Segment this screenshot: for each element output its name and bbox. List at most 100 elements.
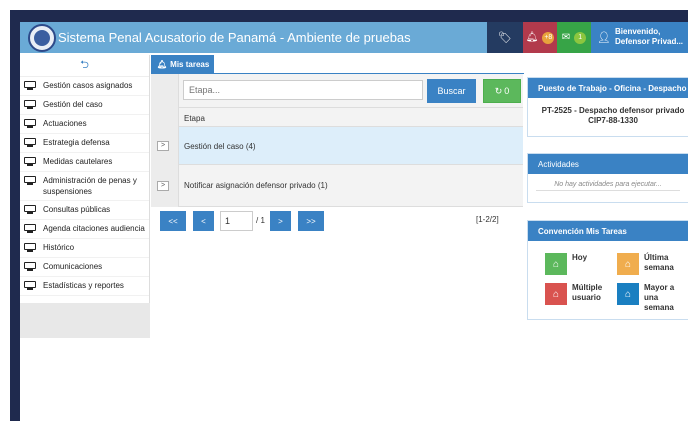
sidebar-item[interactable]: Medidas cautelares <box>20 153 149 172</box>
legend-label: Múltiple usuario <box>572 283 603 302</box>
sidebar-item[interactable]: Gestión casos asignados <box>20 77 149 96</box>
search-input[interactable] <box>183 80 423 100</box>
puesto-details: PT-2525 - Despacho defensor privado CIP7… <box>528 98 688 126</box>
monitor-icon <box>24 281 36 290</box>
sidebar-item-label: Consultas públicas <box>43 205 111 214</box>
sidebar-item-label: Comunicaciones <box>43 262 103 271</box>
home-icon: ⌂ <box>545 253 567 275</box>
actividades-panel: Actividades No hay actividades para ejec… <box>527 153 688 203</box>
next-page-button[interactable]: > <box>270 211 291 231</box>
user-info: Bienvenido, Defensor Privad... <box>615 27 683 47</box>
last-page-button[interactable]: >> <box>298 211 324 231</box>
monitor-icon <box>24 100 36 109</box>
monitor-icon <box>24 157 36 166</box>
legend-item-multiple-usuario: ⌂ Múltiple usuario <box>545 283 610 305</box>
sidebar-footer <box>20 303 150 338</box>
sidebar-item-label: Gestión casos asignados <box>43 81 133 90</box>
puesto-panel: Puesto de Trabajo - Oficina - Despacho P… <box>527 77 688 137</box>
sidebar-item[interactable]: Estrategia defensa <box>20 134 149 153</box>
sidebar-item-label: Administración de penas y suspensiones <box>43 176 137 196</box>
monitor-icon <box>24 176 36 185</box>
home-icon: ⌂ <box>617 283 639 305</box>
app-logo <box>28 24 56 52</box>
row-label: Gestión del caso (4) <box>184 142 256 151</box>
monitor-icon <box>24 205 36 214</box>
tags-button[interactable]: 🏷︎ <box>487 22 523 53</box>
home-icon: ⌂ <box>617 253 639 275</box>
sidebar-item-label: Medidas cautelares <box>43 157 113 166</box>
circle-arrow-left-icon: ⮌ <box>80 59 89 71</box>
bell-icon: 🔔︎ <box>525 32 539 43</box>
user-name: Defensor Privad... <box>615 37 684 46</box>
notifications-badge: +8 <box>542 31 555 44</box>
app-title: Sistema Penal Acusatorio de Panamá - Amb… <box>58 30 411 45</box>
sidebar: ⮌ Gestión casos asignados Gestión del cas… <box>20 55 150 338</box>
tag-icon: 🏷︎ <box>498 32 512 44</box>
monitor-icon <box>24 119 36 128</box>
sidebar-item-label: Gestión del caso <box>43 100 103 109</box>
sidebar-item-label: Actuaciones <box>43 119 87 128</box>
bell-icon: 🔔︎ <box>157 59 168 69</box>
first-page-button[interactable]: << <box>160 211 186 231</box>
sidebar-item[interactable]: Actuaciones <box>20 115 149 134</box>
puesto-line: PT-2525 - Despacho defensor privado <box>541 106 685 115</box>
user-icon: 👤︎ <box>597 32 611 44</box>
refresh-icon: ↻ <box>494 85 503 96</box>
expand-row-button[interactable]: > <box>157 141 169 151</box>
sidebar-item-label: Histórico <box>43 243 75 252</box>
puesto-panel-title: Puesto de Trabajo - Oficina - Despacho <box>528 78 688 98</box>
collapse-sidebar-button[interactable]: ⮌ <box>20 55 149 77</box>
monitor-icon <box>24 81 36 90</box>
legend-label: Última semana <box>644 253 674 272</box>
row-label: Notificar asignación defensor privado (1… <box>184 181 328 190</box>
sidebar-item-label: Estadísticas y reportes <box>43 281 124 290</box>
user-greeting: Bienvenido, <box>615 27 661 36</box>
sidebar-item-label: Estrategia defensa <box>43 138 110 147</box>
monitor-icon <box>24 262 36 271</box>
monitor-icon <box>24 224 36 233</box>
sidebar-item[interactable]: Comunicaciones <box>20 258 149 277</box>
legend-label: Hoy <box>572 253 588 262</box>
actividades-panel-title: Actividades <box>528 154 688 174</box>
sidebar-item-label: Agenda citaciones audiencia <box>43 224 145 233</box>
record-range: [1-2/2] <box>476 215 499 224</box>
prev-page-button[interactable]: < <box>193 211 214 231</box>
refresh-button[interactable]: ↻ 0 <box>483 79 521 103</box>
notifications-button[interactable]: 🔔︎ +8 <box>523 22 557 53</box>
search-button[interactable]: Buscar <box>427 79 476 103</box>
messages-button[interactable]: ✉︎ 1 <box>557 22 591 53</box>
refresh-count: 0 <box>504 86 510 96</box>
table-row[interactable]: Gestión del caso (4) <box>179 127 523 165</box>
sidebar-item[interactable]: Consultas públicas <box>20 201 149 220</box>
page-total: / 1 <box>256 216 265 225</box>
tab-label: Mis tareas <box>170 59 210 69</box>
legend-label: Mayor a una semana <box>644 283 675 312</box>
messages-badge: 1 <box>574 31 587 44</box>
user-menu[interactable]: 👤︎ Bienvenido, Defensor Privad... <box>591 22 688 53</box>
legend-item-hoy: ⌂ Hoy <box>545 253 587 275</box>
convencion-panel: Convención Mis Tareas ⌂ Hoy ⌂ Última sem… <box>527 220 688 320</box>
actividades-empty-message: No hay actividades para ejecutar... <box>536 181 680 191</box>
sidebar-item[interactable]: Histórico <box>20 239 149 258</box>
legend-item-ultima-semana: ⌂ Última semana <box>617 253 678 275</box>
sidebar-menu: Gestión casos asignados Gestión del caso A… <box>20 77 149 296</box>
monitor-icon <box>24 243 36 252</box>
page-number-input[interactable] <box>220 211 253 231</box>
expand-row-button[interactable]: > <box>157 181 169 191</box>
column-header-etapa[interactable]: Etapa <box>179 107 523 127</box>
home-icon: ⌂ <box>545 283 567 305</box>
app-header: Sistema Penal Acusatorio de Panamá - Amb… <box>20 22 688 53</box>
puesto-code: CIP7-88-1330 <box>588 116 638 125</box>
sidebar-item[interactable]: Estadísticas y reportes <box>20 277 149 296</box>
table-row[interactable]: Notificar asignación defensor privado (1… <box>179 165 523 207</box>
monitor-icon <box>24 138 36 147</box>
tab-mis-tareas[interactable]: 🔔︎ Mis tareas <box>151 55 214 73</box>
window-frame-top <box>10 10 688 22</box>
legend-item-mayor-a-una-semana: ⌂ Mayor a una semana <box>617 283 678 313</box>
sidebar-item[interactable]: Gestión del caso <box>20 96 149 115</box>
sidebar-item[interactable]: Administración de penas y suspensiones <box>20 172 149 201</box>
sidebar-item[interactable]: Agenda citaciones audiencia <box>20 220 149 239</box>
window-frame-left <box>10 10 20 421</box>
envelope-icon: ✉︎ <box>561 32 571 43</box>
convencion-panel-title: Convención Mis Tareas <box>528 221 688 241</box>
